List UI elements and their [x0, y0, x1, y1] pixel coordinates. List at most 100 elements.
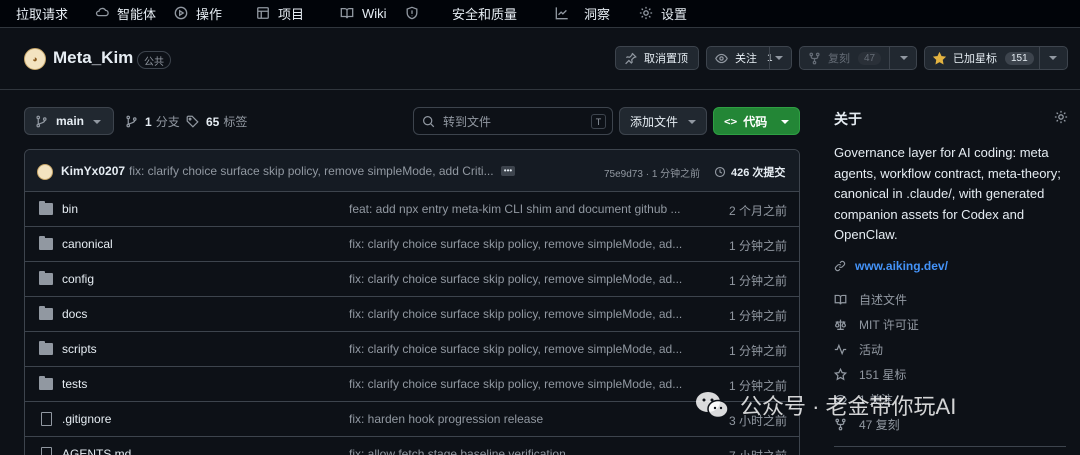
nav-label: 项目 [278, 6, 305, 22]
file-icon [41, 412, 52, 426]
owner-avatar[interactable]: ◕ [24, 48, 46, 70]
chevron-down-icon [688, 120, 696, 124]
latest-commit-bar: KimYx0207 fix: clarify choice surface sk… [25, 150, 799, 192]
nav-label: 洞察 [584, 6, 611, 22]
shield-icon [406, 6, 418, 20]
commit-history-link[interactable]: 426 次提交 [714, 164, 785, 180]
watch-label: 关注 [735, 53, 757, 65]
go-to-file-input[interactable]: 转到文件 T [413, 107, 613, 135]
star-filled-icon [933, 51, 946, 64]
file-row[interactable]: canonical fix: clarify choice surface sk… [25, 227, 799, 262]
file-time: 1 分钟之前 [728, 309, 787, 323]
fork-button[interactable]: 复刻 47 [799, 46, 917, 70]
commit-sha-time[interactable]: 75e9d73 · 1 分钟之前 [604, 165, 700, 180]
homepage-url: www.aiking.dev/ [855, 259, 948, 273]
folder-icon [39, 201, 53, 215]
nav-pull-requests[interactable]: 拉取请求 [16, 4, 68, 22]
file-row[interactable]: .gitignore fix: harden hook progression … [25, 402, 799, 437]
chevron-down-icon [93, 120, 101, 124]
file-name[interactable]: scripts [62, 342, 97, 356]
file-commit-message[interactable]: fix: clarify choice surface skip policy,… [349, 237, 689, 251]
file-name[interactable]: docs [62, 307, 87, 321]
file-name[interactable]: tests [62, 377, 87, 391]
nav-label: 智能体 [117, 6, 157, 22]
tags-count: 65 [206, 114, 220, 129]
file-commit-message[interactable]: fix: harden hook progression release [349, 412, 689, 426]
branch-selector[interactable]: main [24, 107, 114, 135]
file-commit-message[interactable]: fix: allow fetch stage baseline verifica… [349, 447, 689, 455]
watch-button[interactable]: 关注 1 [706, 46, 792, 70]
file-time: 1 分钟之前 [728, 344, 787, 358]
nav-label: 设置 [661, 6, 688, 22]
commit-count: 426 次提交 [731, 167, 786, 179]
nav-insights[interactable]: 洞察 [555, 4, 610, 22]
pulse-icon [834, 343, 847, 356]
nav-settings[interactable]: 设置 [639, 4, 687, 22]
history-icon [714, 166, 726, 178]
repo-description: Governance layer for AI coding: meta age… [834, 145, 1061, 242]
activity-link[interactable]: 活动 [834, 341, 883, 358]
file-row[interactable]: tests fix: clarify choice surface skip p… [25, 367, 799, 402]
nav-label: Wiki [362, 5, 387, 21]
nav-actions[interactable]: 操作 [174, 4, 222, 22]
code-button[interactable]: <> 代码 [713, 107, 800, 135]
repo-nav-bar: 拉取请求 智能体 操作 项目 Wiki 安全和质量 洞察 设置 [0, 0, 1080, 28]
search-icon [423, 115, 435, 127]
file-time: 2 个月之前 [728, 204, 787, 218]
file-row[interactable]: bin feat: add npx entry meta-kim CLI shi… [25, 192, 799, 227]
chevron-down-icon[interactable] [1049, 56, 1057, 60]
nav-wiki[interactable]: Wiki [340, 4, 387, 22]
chevron-down-icon [781, 120, 789, 124]
link-icon [834, 260, 846, 272]
tags-link[interactable]: 65 标签 [186, 113, 247, 130]
branch-name: main [56, 114, 85, 128]
file-browser: KimYx0207 fix: clarify choice surface sk… [24, 149, 800, 455]
file-commit-message[interactable]: fix: clarify choice surface skip policy,… [349, 272, 689, 286]
sidebar-label: 自述文件 [859, 293, 908, 307]
unpin-button[interactable]: 取消置顶 [615, 46, 699, 70]
sidebar-divider [834, 446, 1066, 447]
license-link[interactable]: MIT 许可证 [834, 316, 919, 333]
star-icon [834, 368, 847, 381]
repo-header: ◕ Meta_Kim 公共 取消置顶 关注 1 复刻 47 已加星标 151 [0, 28, 1080, 90]
file-name[interactable]: .gitignore [62, 412, 111, 426]
sidebar-label: 151 星标 [859, 368, 907, 382]
nav-agents[interactable]: 智能体 [95, 4, 156, 22]
file-name[interactable]: config [62, 272, 94, 286]
starred-button[interactable]: 已加星标 151 [924, 46, 1068, 70]
branch-icon [126, 115, 137, 128]
file-commit-message[interactable]: fix: clarify choice surface skip policy,… [349, 342, 689, 356]
homepage-link[interactable]: www.aiking.dev/ [834, 259, 948, 273]
file-row[interactable]: config fix: clarify choice surface skip … [25, 262, 799, 297]
add-file-button[interactable]: 添加文件 [619, 107, 707, 135]
file-row[interactable]: docs fix: clarify choice surface skip po… [25, 297, 799, 332]
commit-author[interactable]: KimYx0207 [61, 164, 125, 178]
folder-icon [39, 271, 53, 285]
branches-count: 1 [145, 114, 152, 129]
expand-message-button[interactable]: ••• [501, 166, 515, 176]
file-commit-message[interactable]: fix: clarify choice surface skip policy,… [349, 377, 689, 391]
chevron-down-icon[interactable] [900, 56, 908, 60]
file-row[interactable]: scripts fix: clarify choice surface skip… [25, 332, 799, 367]
file-name[interactable]: bin [62, 202, 78, 216]
nav-projects[interactable]: 项目 [256, 4, 304, 22]
author-avatar[interactable] [37, 164, 53, 180]
file-row[interactable]: AGENTS.md fix: allow fetch stage baselin… [25, 437, 799, 455]
play-icon [174, 6, 188, 20]
readme-link[interactable]: 自述文件 [834, 291, 907, 308]
file-name[interactable]: canonical [62, 237, 113, 251]
file-time: 1 分钟之前 [728, 274, 787, 288]
file-commit-message[interactable]: fix: clarify choice surface skip policy,… [349, 307, 689, 321]
code-label: 代码 [743, 114, 768, 129]
commit-message[interactable]: fix: clarify choice surface skip policy,… [129, 164, 494, 178]
file-commit-message[interactable]: feat: add npx entry meta-kim CLI shim an… [349, 202, 689, 216]
nav-security[interactable]: 安全和质量 [405, 4, 517, 22]
branches-link[interactable]: 1 分支 [125, 113, 180, 130]
edit-about-button[interactable] [1054, 110, 1068, 124]
file-name[interactable]: AGENTS.md [62, 447, 131, 455]
branches-label: 分支 [155, 115, 180, 129]
chevron-down-icon[interactable] [775, 56, 783, 60]
tags-label: 标签 [223, 115, 248, 129]
stars-link[interactable]: 151 星标 [834, 366, 906, 383]
repo-name[interactable]: Meta_Kim [53, 48, 133, 68]
